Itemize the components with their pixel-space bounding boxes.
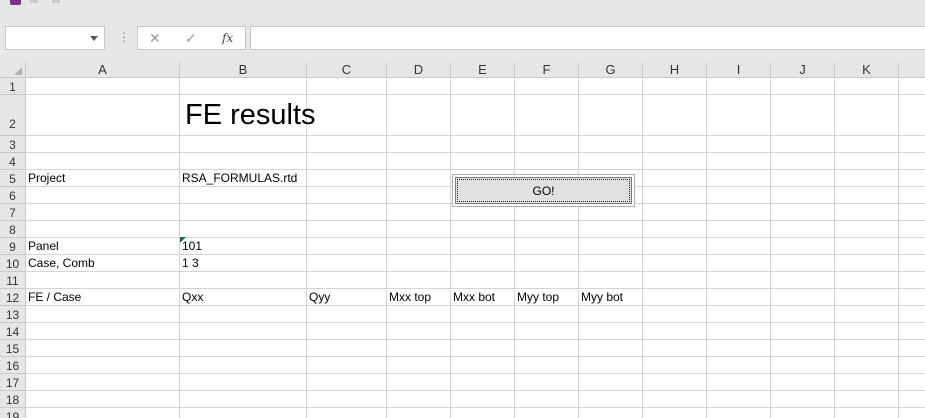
gridline [26, 254, 925, 255]
column-header-h[interactable]: H [643, 62, 707, 78]
gridline [26, 288, 925, 289]
column-header-g[interactable]: G [579, 62, 643, 78]
go-button-label: GO! [455, 177, 632, 204]
column-header-j[interactable]: J [771, 62, 835, 78]
gridline [26, 271, 925, 272]
gridline [706, 78, 707, 418]
quick-access-toolbar [0, 0, 925, 10]
row-header-3[interactable]: 3 [0, 136, 26, 153]
gridline [26, 135, 925, 136]
cell-b5[interactable]: RSA_FORMULAS.rtd [180, 171, 297, 185]
gridline [26, 220, 925, 221]
gridline [642, 78, 643, 418]
gridline [514, 78, 515, 418]
save-icon[interactable] [10, 0, 21, 5]
row-header-5[interactable]: 5 [0, 170, 26, 187]
column-header-b[interactable]: B [180, 62, 307, 78]
gridline [386, 78, 387, 418]
formula-input[interactable] [250, 26, 925, 50]
row-header-7[interactable]: 7 [0, 204, 26, 221]
row-header-14[interactable]: 14 [0, 323, 26, 340]
cell-d12[interactable]: Mxx top [387, 290, 431, 304]
error-indicator-icon [180, 237, 186, 243]
select-all-button[interactable] [0, 62, 26, 78]
formula-bar: ⋮ ✕ ✓ fx [0, 10, 925, 62]
column-header-i[interactable]: I [707, 62, 771, 78]
cell-a10[interactable]: Case, Comb [26, 256, 95, 270]
row-header-12[interactable]: 12 [0, 289, 26, 306]
cell-b2-title[interactable]: FE results [183, 99, 316, 132]
column-header-partial[interactable] [899, 62, 925, 78]
row-header-10[interactable]: 10 [0, 255, 26, 272]
cell-e12[interactable]: Mxx bot [451, 290, 495, 304]
gridline [26, 356, 925, 357]
row-header-4[interactable]: 4 [0, 153, 26, 170]
cell-b10[interactable]: 1 3 [180, 256, 199, 270]
gridline [578, 78, 579, 418]
gridline [26, 94, 925, 95]
gridline [770, 78, 771, 418]
cell-f12[interactable]: Myy top [515, 290, 559, 304]
gridline [26, 407, 925, 408]
row-header-1[interactable]: 1 [0, 78, 26, 95]
gridline [26, 322, 925, 323]
row-header-16[interactable]: 16 [0, 357, 26, 374]
row-header-2[interactable]: 2 [0, 95, 26, 136]
column-header-k[interactable]: K [835, 62, 899, 78]
row-header-11[interactable]: 11 [0, 272, 26, 289]
column-header-e[interactable]: E [451, 62, 515, 78]
more-options-icon[interactable]: ⋮ [118, 30, 130, 44]
cancel-icon[interactable]: ✕ [149, 30, 161, 47]
row-header-18[interactable]: 18 [0, 391, 26, 408]
row-header-15[interactable]: 15 [0, 340, 26, 357]
column-header-f[interactable]: F [515, 62, 579, 78]
gridline [26, 390, 925, 391]
column-header-d[interactable]: D [387, 62, 451, 78]
insert-function-icon[interactable]: fx [222, 31, 233, 45]
go-button[interactable]: GO! [452, 174, 635, 207]
cell-g12[interactable]: Myy bot [579, 290, 623, 304]
column-header-a[interactable]: A [26, 62, 180, 78]
gridline [26, 237, 925, 238]
cell-b12[interactable]: Qxx [180, 290, 203, 304]
row-header-8[interactable]: 8 [0, 221, 26, 238]
gridline [26, 152, 925, 153]
gridline [450, 78, 451, 418]
formula-buttons: ✕ ✓ fx [137, 26, 246, 50]
gridline [26, 305, 925, 306]
column-header-c[interactable]: C [307, 62, 387, 78]
enter-icon[interactable]: ✓ [185, 30, 197, 47]
row-header-6[interactable]: 6 [0, 187, 26, 204]
redo-icon[interactable] [52, 0, 60, 3]
gridline [26, 169, 925, 170]
cell-a9[interactable]: Panel [26, 239, 59, 253]
gridline [898, 78, 899, 418]
name-box[interactable] [5, 26, 105, 50]
undo-icon[interactable] [30, 0, 38, 3]
cell-c12[interactable]: Qyy [307, 290, 330, 304]
cell-a12[interactable]: FE / Case [26, 290, 81, 304]
cell-a5[interactable]: Project [26, 171, 65, 185]
gridline [834, 78, 835, 418]
select-all-icon [14, 67, 22, 75]
row-header-13[interactable]: 13 [0, 306, 26, 323]
row-header-9[interactable]: 9 [0, 238, 26, 255]
gridline [26, 339, 925, 340]
row-header-17[interactable]: 17 [0, 374, 26, 391]
row-header-19[interactable]: 19 [0, 408, 26, 418]
gridline [26, 373, 925, 374]
chevron-down-icon[interactable] [90, 36, 98, 41]
